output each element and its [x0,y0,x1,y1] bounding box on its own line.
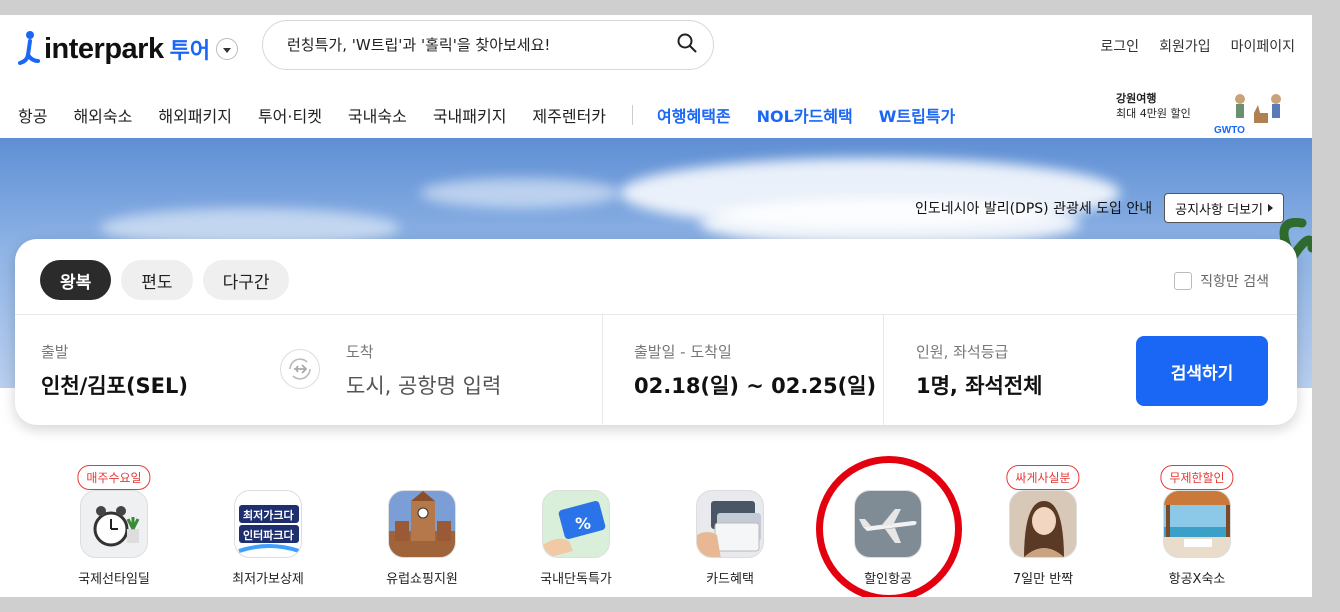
flight-search-card: 왕복 편도 다구간 직항만 검색 출발 인천/김포(SEL) 도착 도시, 공항… [15,239,1297,426]
shortcut-label: 유럽쇼핑지원 [386,572,458,587]
search-icon[interactable] [677,33,697,57]
field-divider [602,315,603,426]
signup-link[interactable]: 회원가입 [1159,36,1211,56]
shortcut-label: 국내단독특가 [540,572,612,587]
shortcut-label: 최저가보상제 [232,572,304,587]
shortcut-badge: 매주수요일 [77,465,151,490]
gangwon-promo-banner[interactable]: 강원여행 최대 4만원 할인 GWTO [1116,91,1296,137]
alarm-clock-icon [80,490,148,558]
direct-only-checkbox[interactable]: 직항만 검색 [1174,271,1269,291]
svg-text:GWTO: GWTO [1214,125,1245,136]
shortcut-menu: 매주수요일 국제선타임딜 최저가크다 인터파크다 최저가보상제 유럽쇼핑지원 %… [0,455,1312,595]
shortcut-item-lowest-price[interactable]: 최저가크다 인터파크다 최저가보상제 [193,490,343,587]
chevron-down-icon[interactable] [216,38,239,60]
arrival-placeholder: 도시, 공항명 입력 [346,374,502,398]
notice-more-button[interactable]: 공지사항 더보기 [1164,193,1284,223]
tab-oneway[interactable]: 편도 [121,260,193,300]
shortcut-label: 국제선타임딜 [78,572,150,587]
mypage-link[interactable]: 마이페이지 [1231,36,1295,56]
person-photo-icon [1009,490,1077,558]
logo-mark-icon [14,29,42,69]
gangwon-illustration-icon: GWTO [1214,94,1281,136]
arrival-field[interactable]: 도착 도시, 공항명 입력 [320,315,602,426]
swap-route-icon[interactable] [280,349,320,389]
passenger-label: 인원, 좌석등급 [916,343,1009,361]
notice-text[interactable]: 인도네시아 발리(DPS) 관광세 도입 안내 [915,198,1152,218]
nav-item-nol-card[interactable]: NOL카드혜택 [757,103,853,127]
nav-item-jeju-rentcar[interactable]: 제주렌터카 [532,103,606,127]
main-nav: 항공 해외숙소 해외패키지 투어·티켓 국내숙소 국내패키지 제주렌터카 여행혜… [18,103,981,127]
credit-card-icon [696,490,764,558]
nav-item-overseas-hotel[interactable]: 해외숙소 [73,103,132,127]
svg-text:%: % [575,514,591,533]
nav-item-domestic-package[interactable]: 국내패키지 [433,103,507,127]
europe-building-icon [388,490,456,558]
highlight-ring [816,456,962,597]
tab-roundtrip[interactable]: 왕복 [40,260,112,300]
direct-only-label: 직항만 검색 [1200,274,1269,290]
discount-ticket-icon: % [542,490,610,558]
nav-item-wtrip[interactable]: W트립특가 [879,103,956,127]
login-link[interactable]: 로그인 [1100,36,1139,56]
passenger-field[interactable]: 인원, 좌석등급 1명, 좌석전체 [890,315,1130,426]
shortcut-badge: 무제한할인 [1160,465,1234,490]
nav-item-flight[interactable]: 항공 [18,103,47,127]
shortcut-item-flight-hotel[interactable]: 무제한할인 항공X숙소 [1122,465,1272,587]
search-fields: 출발 인천/김포(SEL) 도착 도시, 공항명 입력 출발일 - 도착일 02… [15,314,1297,426]
shortcut-item-card-benefit[interactable]: 카드혜택 [655,490,805,587]
search-button[interactable]: 검색하기 [1136,336,1268,406]
shortcut-label: 7일만 반짝 [1012,572,1074,587]
nav-item-benefit-zone[interactable]: 여행혜택존 [657,103,731,127]
date-field[interactable]: 출발일 - 도착일 02.18(일) ~ 02.25(일) [608,315,883,426]
shortcut-item-seven-days[interactable]: 싸게사실분 7일만 반짝 [968,465,1118,587]
account-links: 로그인 회원가입 마이페이지 [1100,36,1295,56]
cloud [420,178,620,208]
trip-type-tabs: 왕복 편도 다구간 [40,260,290,300]
svg-text:인터파크다: 인터파크다 [243,528,294,542]
search-input[interactable] [287,36,677,54]
logo-subtitle: 투어 [169,39,211,64]
shortcut-item-domestic-special[interactable]: % 국내단독특가 [501,490,651,587]
departure-field[interactable]: 출발 인천/김포(SEL) [15,315,315,426]
shortcut-item-timedeal[interactable]: 매주수요일 국제선타임딜 [39,465,189,587]
arrival-label: 도착 [346,343,374,361]
shortcut-badge: 싸게사실분 [1006,465,1080,490]
nav-item-domestic-hotel[interactable]: 국내숙소 [348,103,407,127]
nav-item-overseas-package[interactable]: 해외패키지 [158,103,232,127]
shortcut-label: 카드혜택 [706,572,754,587]
nav-item-tour-ticket[interactable]: 투어·티켓 [258,103,322,127]
site-logo[interactable]: interpark 투어 [14,29,239,69]
resort-icon [1163,490,1231,558]
date-label: 출발일 - 도착일 [634,343,732,361]
lowest-price-icon: 최저가크다 인터파크다 [234,490,302,558]
logo-text: interpark [44,32,164,65]
shortcut-item-europe-shopping[interactable]: 유럽쇼핑지원 [347,490,497,587]
field-divider [883,315,884,426]
checkbox-box[interactable] [1174,272,1193,290]
page: interpark 투어 로그인 회원가입 마이페이지 항공 해외숙소 해외패키… [0,15,1312,597]
nav-divider [632,105,634,125]
shortcut-label: 항공X숙소 [1168,572,1226,587]
departure-label: 출발 [41,343,69,361]
departure-value: 인천/김포(SEL) [41,374,188,398]
global-search [262,20,714,70]
tab-multicity[interactable]: 다구간 [202,260,290,300]
notice-bar: 인도네시아 발리(DPS) 관광세 도입 안내 공지사항 더보기 [915,193,1284,223]
passenger-value: 1명, 좌석전체 [916,374,1043,398]
svg-text:최저가크다: 최저가크다 [243,508,294,522]
date-value: 02.18(일) ~ 02.25(일) [634,374,877,398]
